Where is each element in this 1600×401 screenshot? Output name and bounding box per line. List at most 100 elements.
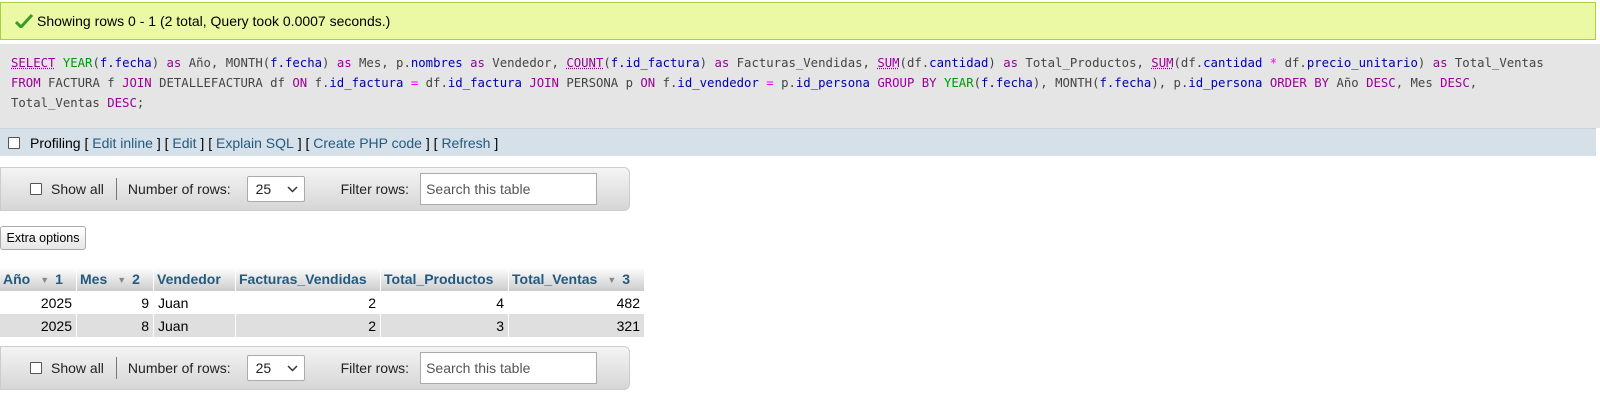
sql-token: as [470, 56, 485, 70]
sql-line-1: SELECT YEAR(f.fecha) as Año, MONTH(f.fec… [11, 53, 1588, 73]
sql-token: ( [92, 56, 100, 70]
sql-token: id_factura [329, 76, 404, 90]
table-row[interactable]: 2025 9 Juan 2 4 482 [0, 291, 645, 314]
sql-token: , [1469, 76, 1478, 90]
sql-token: as [714, 56, 730, 70]
rows-select[interactable]: 25 [246, 355, 305, 381]
rows-select[interactable]: 25 [246, 176, 305, 202]
sql-token: , Mes [1395, 76, 1441, 90]
sql-token: id_persona [795, 76, 870, 90]
sql-token: YEAR [62, 56, 93, 70]
sql-token: FACTURA f [40, 76, 123, 90]
navigation-bar-bottom: Show all Number of rows: 25 Filter rows: [0, 346, 630, 390]
sql-token: = [766, 76, 774, 90]
search-input[interactable] [420, 352, 598, 384]
sql-token: JOIN [529, 76, 559, 90]
column-header[interactable]: Facturas_Vendidas [235, 267, 381, 291]
sql-token: Total_Ventas [11, 96, 108, 110]
sql-token: ( [973, 76, 982, 90]
show-all-label: Show all [51, 181, 104, 197]
profiling-label: Profiling [30, 134, 81, 151]
bracket-open: [ [80, 134, 93, 151]
edit-link[interactable]: Edit [172, 135, 196, 151]
sql-token: SUM [1151, 56, 1174, 70]
sql-token: Mes, p. [351, 56, 411, 70]
cell-facturas-vendidas: 2 [235, 314, 381, 337]
sql-token: ( [1092, 76, 1100, 90]
sql-token: Facturas_Vendidas, [729, 56, 878, 70]
sql-token: p. [773, 76, 796, 90]
sql-token: Año, [181, 56, 226, 70]
sql-token: ) [151, 56, 167, 70]
sql-token: id_persona [1188, 76, 1263, 90]
sql-token: ) [699, 56, 715, 70]
show-all-label: Show all [51, 360, 104, 376]
sql-token: DESC [1366, 76, 1396, 90]
column-header[interactable]: Año ▼ 1 [0, 267, 77, 291]
sql-token: Año [1329, 76, 1367, 90]
cell-mes: 8 [76, 314, 154, 337]
sql-token: YEAR [943, 76, 974, 90]
sort-desc-icon: ▼ [117, 275, 127, 286]
sql-token: f.fecha [270, 56, 322, 70]
rows-label: Number of rows: [127, 181, 231, 197]
edit-inline-link[interactable]: Edit inline [92, 135, 153, 151]
sql-token: Vendedor, [484, 56, 567, 70]
success-message: Showing rows 0 - 1 (2 total, Query took … [0, 2, 1596, 40]
sql-token: SUM [877, 56, 900, 70]
explain-sql-link[interactable]: Explain SQL [216, 135, 294, 151]
show-all-checkbox[interactable] [30, 362, 42, 374]
sql-token: COUNT [566, 56, 604, 70]
bracket-sep: ] [ [196, 134, 216, 151]
sort-desc-icon: ▼ [607, 275, 617, 286]
create-php-code-link[interactable]: Create PHP code [313, 135, 422, 151]
extra-options-button[interactable]: Extra options [0, 226, 86, 250]
sql-token: ) [988, 56, 1004, 70]
table-row[interactable]: 2025 8 Juan 2 3 321 [0, 314, 645, 337]
success-message-text: Showing rows 0 - 1 (2 total, Query took … [37, 13, 391, 29]
column-header[interactable]: Mes ▼ 2 [76, 267, 154, 291]
cell-total-ventas: 482 [508, 291, 645, 314]
sql-token: JOIN [122, 76, 152, 90]
sql-token: f.id_factura [610, 56, 700, 70]
sql-query: SELECT YEAR(f.fecha) as Año, MONTH(f.fec… [0, 44, 1600, 128]
divider [115, 178, 117, 200]
divider [115, 357, 117, 379]
search-input[interactable] [420, 173, 598, 205]
bracket-sep: ] [ [293, 134, 314, 151]
profiling-bar: Profiling [ Edit inline ] [ Edit ] [ Exp… [0, 128, 1596, 156]
navigation-bar-top: Show all Number of rows: 25 Filter rows: [0, 167, 630, 211]
sql-token: Total_Ventas [1447, 56, 1544, 70]
profiling-checkbox[interactable] [8, 136, 20, 149]
cell-total-ventas: 321 [508, 314, 645, 337]
sql-token: ) [322, 56, 337, 70]
sql-token: df. [418, 76, 448, 90]
column-header[interactable]: Total_Productos [380, 267, 509, 291]
sql-token: f.fecha [99, 56, 152, 70]
sql-token: MONTH [225, 56, 263, 70]
sql-token: precio_unitario [1306, 56, 1418, 70]
sort-order: 2 [132, 271, 140, 287]
check-icon [15, 14, 33, 28]
column-header[interactable]: Total_Ventas ▼ 3 [508, 267, 645, 291]
sql-token: (df. [899, 56, 930, 70]
refresh-link[interactable]: Refresh [441, 135, 490, 151]
sort-order: 1 [55, 271, 63, 287]
sort-order: 3 [622, 271, 631, 287]
column-header[interactable]: Vendedor [153, 267, 236, 291]
sql-token: GROUP BY [877, 76, 937, 90]
sql-token: id_vendedor [677, 76, 759, 90]
sql-token: f. [655, 76, 678, 90]
sql-token: DETALLEFACTURA df [151, 76, 293, 90]
sql-token: as [336, 56, 352, 70]
sql-token: cantidad [929, 56, 989, 70]
chevron-down-icon [287, 364, 298, 372]
sql-token: ON [292, 76, 308, 90]
sql-token: SELECT [11, 56, 56, 70]
sql-line-2: FROM FACTURA f JOIN DETALLEFACTURA df ON… [11, 73, 1588, 93]
show-all-checkbox[interactable] [30, 183, 42, 195]
